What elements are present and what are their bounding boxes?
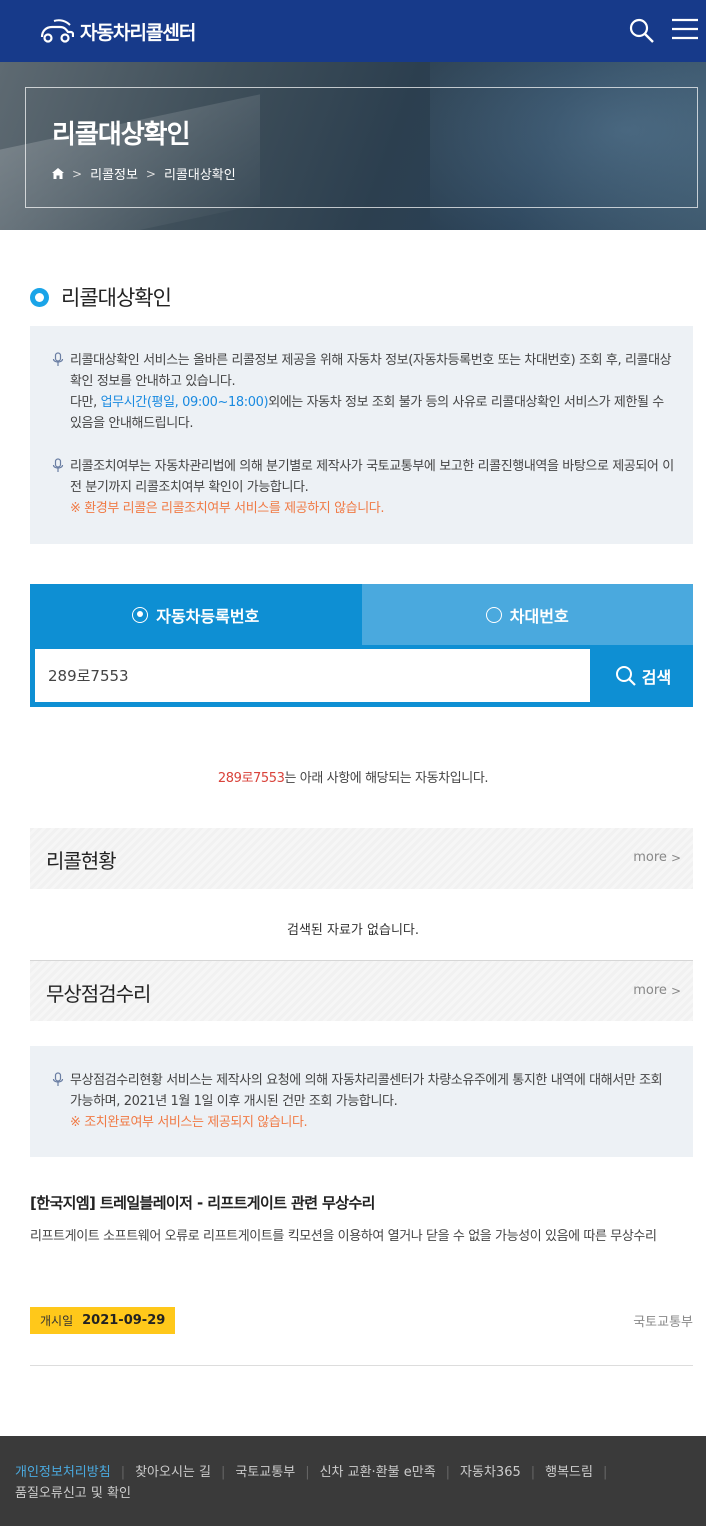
section-title: 리콜대상확인: [61, 286, 172, 310]
recall-status-title: 리콜현황: [46, 849, 117, 873]
search-icon: [615, 665, 636, 686]
logo-text: 자동차리콜센터: [80, 21, 196, 44]
notice-text: 리콜조치여부는 자동차관리법에 의해 분기별로 제작사가 국토교통부에 보고한 …: [70, 459, 674, 495]
chevron-right-icon: >: [670, 850, 681, 865]
hero-banner: 리콜대상확인 > 리콜정보 > 리콜대상확인: [0, 62, 706, 230]
footer-link-molit[interactable]: 국토교통부: [235, 1465, 295, 1480]
notice-warning: ※ 조치완료여부 서비스는 제공되지 않습니다.: [70, 1115, 308, 1130]
footer-link-car365[interactable]: 자동차365: [460, 1465, 521, 1480]
result-message-text: 는 아래 사항에 해당되는 자동차입니다.: [284, 771, 489, 786]
footer-link-refund[interactable]: 신차 교환·환불 e만족: [320, 1465, 436, 1480]
site-logo[interactable]: 자동차리콜센터: [38, 14, 196, 48]
recall-notice-box: 리콜대상확인 서비스는 올바른 리콜정보 제공을 위해 자동차 정보(자동차등록…: [30, 326, 693, 544]
notice-text: 무상점검수리현황 서비스는 제작사의 요청에 의해 자동차리콜센터가 차량소유주…: [70, 1073, 663, 1109]
footer-link-happy-dream[interactable]: 행복드림: [545, 1465, 593, 1480]
microphone-icon: [52, 1072, 64, 1086]
divider: |: [120, 1465, 126, 1480]
microphone-icon: [52, 458, 64, 472]
bullet-circle-icon: [30, 287, 49, 307]
hero-frame: 리콜대상확인 > 리콜정보 > 리콜대상확인: [25, 87, 698, 208]
chevron-right-icon: >: [145, 166, 156, 181]
search-bar: 검색: [30, 645, 693, 707]
page-title: 리콜대상확인: [52, 120, 191, 150]
divider: |: [602, 1465, 608, 1480]
divider: |: [445, 1465, 451, 1480]
notice-paragraph-1: 리콜대상확인 서비스는 올바른 리콜정보 제공을 위해 자동차 정보(자동차등록…: [52, 350, 675, 434]
more-label: more: [633, 850, 667, 865]
tab-label: 차대번호: [509, 606, 569, 626]
footer-link-privacy[interactable]: 개인정보처리방침: [15, 1465, 111, 1480]
free-repair-notice: 무상점검수리현황 서비스는 제작사의 요청에 의해 자동차리콜센터가 차량소유주…: [52, 1070, 675, 1133]
more-label: more: [633, 983, 667, 998]
search-icon[interactable]: [627, 16, 657, 46]
item-source: 국토교통부: [633, 1315, 693, 1330]
footer-links: 개인정보처리방침 | 찾아오시는 길 | 국토교통부 | 신차 교환·환불 e만족 | 자동차3…: [15, 1462, 695, 1504]
breadcrumb-item-recall-info[interactable]: 리콜정보: [90, 164, 138, 183]
radio-unselected-icon: [485, 606, 502, 623]
search-button-label: 검색: [641, 667, 672, 687]
start-date-badge: 개시일 2021-09-29: [30, 1307, 176, 1334]
tab-registration-number[interactable]: 자동차등록번호: [30, 584, 362, 645]
microphone-icon: [52, 352, 64, 366]
plate-number-input[interactable]: [35, 649, 590, 702]
car-logo-icon: [40, 19, 74, 43]
tab-label: 자동차등록번호: [156, 606, 260, 626]
divider: [30, 1365, 693, 1366]
recall-status-more-link[interactable]: more >: [633, 850, 681, 865]
free-repair-header: 무상점검수리 more >: [30, 960, 693, 1021]
section-heading: 리콜대상확인: [30, 282, 172, 312]
divider: |: [305, 1465, 310, 1480]
footer-link-quality-report[interactable]: 품질오류신고 및 확인: [15, 1486, 131, 1501]
home-icon[interactable]: [52, 168, 64, 179]
free-repair-title: 무상점검수리: [46, 982, 151, 1006]
empty-result-text: 검색된 자료가 없습니다.: [287, 923, 419, 938]
business-hours-text: 업무시간(평일, 09:00~18:00): [100, 395, 269, 410]
recall-status-header: 리콜현황 more >: [30, 828, 693, 889]
radio-selected-icon: [132, 606, 149, 623]
site-footer: 개인정보처리방침 | 찾아오시는 길 | 국토교통부 | 신차 교환·환불 e만족 | 자동차3…: [0, 1436, 706, 1526]
search-type-tabs: 자동차등록번호 차대번호: [30, 584, 693, 645]
free-repair-item-description: 리프트게이트 소프트웨어 오류로 리프트게이트를 킥모션을 이용하여 열거나 닫…: [30, 1229, 657, 1244]
divider: |: [220, 1465, 226, 1480]
search-button[interactable]: 검색: [593, 649, 693, 702]
chevron-right-icon: >: [72, 166, 83, 181]
notice-text: 리콜대상확인 서비스는 올바른 리콜정보 제공을 위해 자동차 정보(자동차등록…: [70, 353, 672, 389]
free-repair-more-link[interactable]: more >: [633, 983, 681, 998]
date-label: 개시일: [40, 1314, 74, 1328]
result-plate: 289로7553: [217, 771, 285, 786]
footer-link-directions[interactable]: 찾아오시는 길: [135, 1465, 211, 1480]
chevron-right-icon: >: [670, 983, 681, 998]
site-header: 자동차리콜센터: [0, 0, 706, 62]
free-repair-notice-box: 무상점검수리현황 서비스는 제작사의 요청에 의해 자동차리콜센터가 차량소유주…: [30, 1046, 693, 1157]
result-message: 289로7553는 아래 사항에 해당되는 자동차입니다.: [0, 767, 706, 786]
divider: |: [530, 1465, 536, 1480]
notice-warning: ※ 환경부 리콜은 리콜조치여부 서비스를 제공하지 않습니다.: [70, 501, 385, 516]
free-repair-item-title[interactable]: [한국지엠] 트레일블레이저 - 리프트게이트 관련 무상수리: [30, 1192, 375, 1213]
tab-vin[interactable]: 차대번호: [361, 584, 693, 645]
hamburger-menu-icon[interactable]: [669, 16, 699, 46]
breadcrumb: > 리콜정보 > 리콜대상확인: [52, 164, 236, 183]
notice-paragraph-2: 리콜조치여부는 자동차관리법에 의해 분기별로 제작사가 국토교통부에 보고한 …: [52, 456, 675, 519]
notice-text-prefix: 다만,: [70, 395, 101, 410]
breadcrumb-item-current[interactable]: 리콜대상확인: [164, 164, 236, 183]
date-value: 2021-09-29: [82, 1313, 166, 1328]
